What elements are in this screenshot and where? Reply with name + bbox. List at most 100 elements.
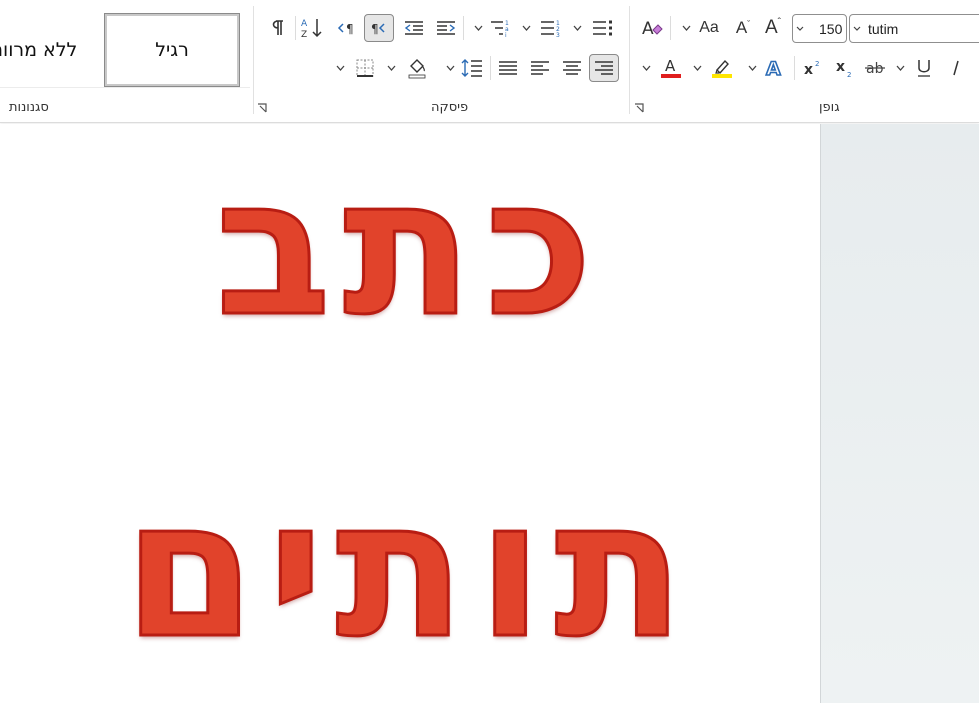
pilcrow-icon <box>272 20 283 35</box>
chevron-down-icon <box>896 65 904 71</box>
subscript-button[interactable]: x2 <box>830 54 858 82</box>
chevron-down-icon <box>682 25 690 31</box>
bullets-button[interactable] <box>588 14 618 42</box>
text-effects-dropdown[interactable] <box>746 54 758 82</box>
svg-text:ab: ab <box>866 61 884 77</box>
rtl-direction-button[interactable]: ¶ <box>364 14 394 42</box>
align-left-icon <box>531 61 549 75</box>
italic-icon <box>953 60 959 76</box>
increase-indent-button[interactable] <box>432 14 460 42</box>
change-case-button[interactable]: Aa <box>694 14 724 42</box>
font-size-combobox[interactable]: 150 <box>792 14 847 43</box>
show-formatting-marks-button[interactable] <box>264 14 290 42</box>
line-spacing-button[interactable] <box>458 54 486 82</box>
borders-dropdown[interactable] <box>334 54 346 82</box>
svg-text:¶: ¶ <box>371 22 379 35</box>
chevron-down-icon <box>748 65 756 71</box>
multilevel-list-dropdown[interactable] <box>472 14 484 42</box>
font-size-value[interactable]: 150 <box>807 21 842 37</box>
document-side-gutter <box>820 124 979 703</box>
font-color-button[interactable]: A <box>656 54 686 82</box>
style-no-spacing[interactable]: ללא מרווח <box>0 14 98 86</box>
grow-arrow-icon: ˆ <box>777 17 782 28</box>
sort-button[interactable]: A Z <box>298 14 326 42</box>
grow-font-label: A <box>764 17 778 38</box>
numbering-dropdown[interactable] <box>520 14 532 42</box>
align-center-button[interactable] <box>558 54 586 82</box>
align-center-icon <box>563 61 581 75</box>
numbering-icon: 123 <box>541 20 560 37</box>
document-text-line-2[interactable]: תותים <box>0 468 820 671</box>
svg-text:2: 2 <box>847 71 851 79</box>
svg-text:A: A <box>665 57 676 75</box>
font-color-dropdown[interactable] <box>640 54 652 82</box>
style-no-spacing-label: ללא מרווח <box>0 39 78 61</box>
paragraph-dialog-launcher[interactable] <box>633 103 645 115</box>
multilevel-list-button[interactable]: 1ai <box>486 14 516 42</box>
superscript-button[interactable]: x2 <box>798 54 826 82</box>
chevron-down-icon <box>336 65 344 71</box>
group-separator <box>253 6 254 114</box>
chevron-down-icon <box>853 26 861 31</box>
underline-dropdown[interactable] <box>894 54 906 82</box>
font-separator <box>670 16 671 40</box>
effects-separator <box>794 56 795 80</box>
align-justify-icon <box>499 61 517 75</box>
bullets-dropdown[interactable] <box>571 14 583 42</box>
change-case-label: Aa <box>699 19 719 36</box>
strikethrough-button[interactable]: ab <box>861 54 889 82</box>
increase-indent-icon <box>437 21 456 35</box>
align-left-button[interactable] <box>526 54 554 82</box>
document-text-line-1[interactable]: כתב <box>0 146 820 349</box>
highlight-button[interactable] <box>707 54 737 82</box>
sort-az-icon: A Z <box>301 19 322 39</box>
font-name-combobox[interactable]: tutim <box>849 14 979 43</box>
align-right-button[interactable] <box>589 54 619 82</box>
document-page[interactable]: כתב תותים <box>0 124 820 703</box>
styles-dialog-launcher[interactable] <box>256 103 268 115</box>
chevron-down-icon <box>522 25 530 31</box>
chevron-down-icon <box>387 65 395 71</box>
font-name-dropdown[interactable] <box>850 15 864 42</box>
underline-icon <box>918 60 930 77</box>
chevron-down-icon <box>693 65 701 71</box>
align-right-icon <box>595 61 613 75</box>
numbering-button[interactable]: 123 <box>536 14 566 42</box>
change-case-dropdown[interactable] <box>680 14 692 42</box>
shading-dropdown[interactable] <box>385 54 397 82</box>
style-normal[interactable]: רגיל <box>104 13 240 87</box>
svg-text:x: x <box>804 62 813 78</box>
svg-text:2: 2 <box>815 60 819 68</box>
align-separator <box>490 56 491 80</box>
shrink-font-button[interactable]: Aˇ <box>730 14 756 42</box>
underline-button[interactable] <box>910 54 938 82</box>
svg-text:A: A <box>642 19 654 38</box>
paragraph-group-label: פיסקה <box>431 100 469 115</box>
italic-button[interactable] <box>942 54 970 82</box>
highlighter-icon <box>712 59 732 78</box>
font-size-dropdown[interactable] <box>793 15 807 42</box>
lists-separator <box>463 16 464 40</box>
paint-bucket-icon <box>408 59 426 79</box>
svg-text:Z: Z <box>301 30 307 39</box>
line-spacing-dropdown[interactable] <box>444 54 456 82</box>
highlight-dropdown[interactable] <box>691 54 703 82</box>
group-separator <box>629 6 630 114</box>
grow-font-button[interactable]: Aˆ <box>760 14 786 42</box>
shading-button[interactable] <box>402 54 432 82</box>
shrink-font-label: A <box>735 18 748 37</box>
decrease-indent-button[interactable] <box>400 14 428 42</box>
subscript-icon: x2 <box>836 59 851 79</box>
text-effects-button[interactable]: A <box>760 54 790 82</box>
ltr-direction-button[interactable]: ¶ <box>334 14 360 42</box>
decrease-indent-icon <box>404 21 423 35</box>
font-color-icon: A <box>661 57 681 78</box>
svg-text:x: x <box>836 59 845 75</box>
chevron-down-icon <box>796 26 804 31</box>
clear-formatting-button[interactable]: A <box>638 14 666 42</box>
justify-button[interactable] <box>494 54 522 82</box>
borders-button[interactable] <box>350 54 380 82</box>
chevron-down-icon <box>642 65 650 71</box>
font-name-value[interactable]: tutim <box>864 21 898 37</box>
rtl-paragraph-icon: ¶ <box>371 22 385 35</box>
